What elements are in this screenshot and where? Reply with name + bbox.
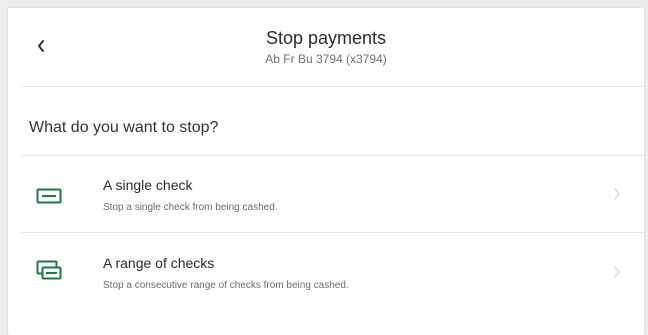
option-description: Stop a single check from being cashed. [103,202,278,213]
option-range-of-checks[interactable]: A range of checks Stop a consecutive ran… [21,233,644,309]
page-title: Stop payments [265,28,387,48]
question-heading: What do you want to stop? [29,119,219,136]
single-check-icon [36,188,62,204]
account-subtitle: Ab Fr Bu 3794 (x3794) [265,52,387,66]
option-description: Stop a consecutive range of checks from … [103,280,349,291]
header: Stop payments Ab Fr Bu 3794 (x3794) [8,8,644,86]
option-single-check[interactable]: A single check Stop a single check from … [21,156,644,232]
chevron-right-icon [614,188,620,200]
option-title: A range of checks [103,255,215,271]
chevron-right-icon [614,266,620,278]
option-title: A single check [103,177,193,193]
stop-payments-panel: Stop payments Ab Fr Bu 3794 (x3794) What… [8,8,644,335]
multiple-checks-icon [36,260,62,280]
header-divider [21,86,644,87]
